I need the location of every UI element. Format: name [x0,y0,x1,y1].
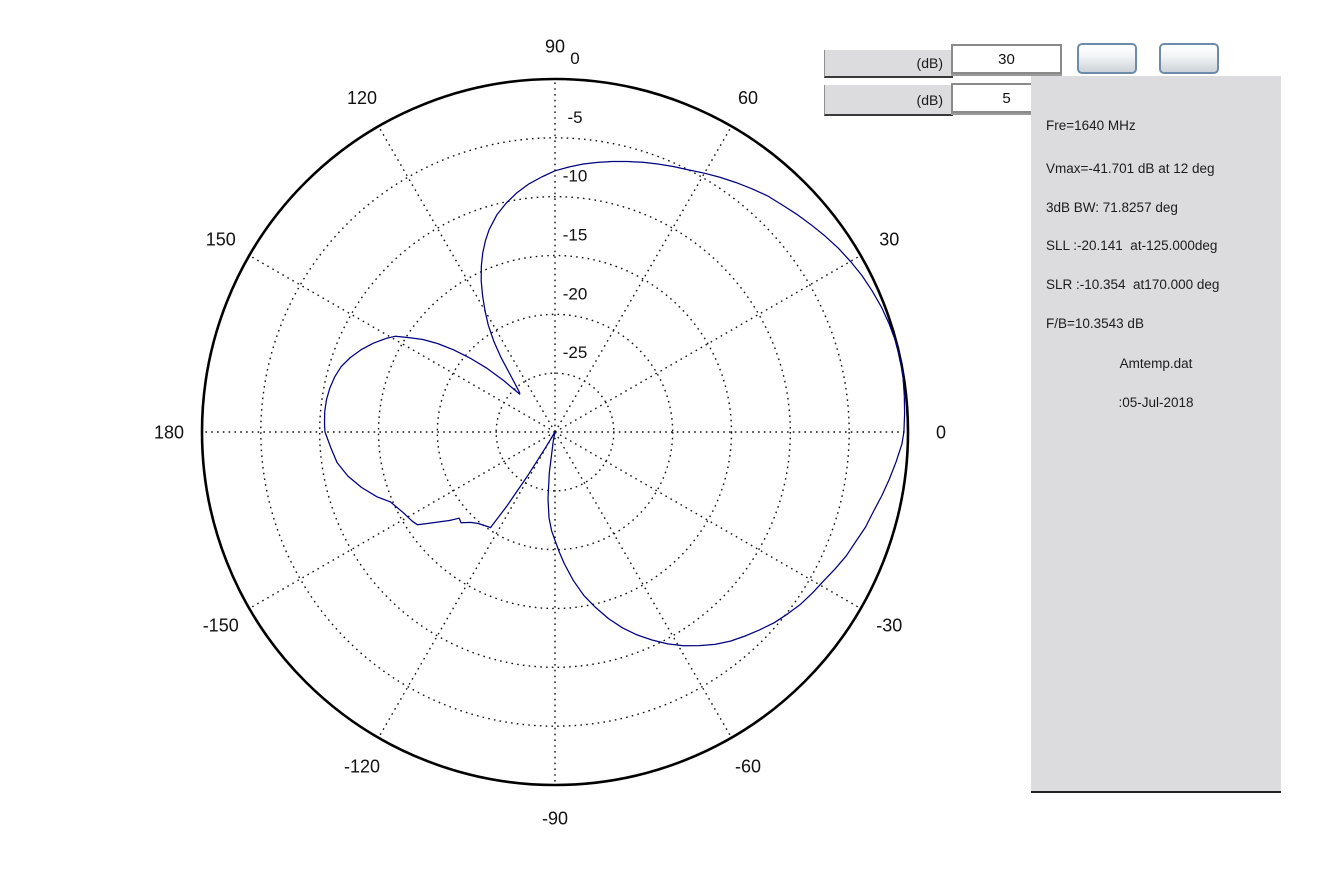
radial-tick-label: -20 [563,284,588,303]
slr-text: SLR :-10.354 at170.000 deg [1046,277,1219,292]
angle-tick-label: -120 [344,757,380,777]
range-db-input[interactable] [951,44,1062,74]
filename-text: Amtemp.dat [1031,356,1281,371]
polar-grid-spoke [555,432,861,609]
pushbutton-2[interactable] [1159,43,1219,74]
angle-tick-label: 90 [545,36,565,56]
polar-grid-spoke [249,256,555,433]
polar-grid-spoke [379,432,556,738]
angle-tick-label: 0 [936,422,946,442]
angle-tick-label: 120 [347,88,377,108]
date-text: :05-Jul-2018 [1031,395,1281,410]
polar-grid-spoke [249,432,555,609]
polar-plot: 0 30 60 90 120 150 180 -150 -120 -90 -60 -30 0 -5 -10 -… [0,0,1010,885]
radial-tick-label: -25 [563,343,588,362]
angle-tick-label: 30 [879,229,899,249]
angle-tick-label: 180 [154,422,184,442]
step-db-label-text: (dB) [917,92,943,108]
fb-ratio-text: F/B=10.3543 dB [1046,316,1144,331]
radial-tick-label: -15 [563,226,588,245]
radial-tick-label: -10 [563,167,588,186]
results-panel: Fre=1640 MHz Vmax=-41.701 dB at 12 deg 3… [1031,76,1281,793]
angle-tick-label: -60 [735,757,761,777]
range-db-label-text: (dB) [917,55,943,71]
sll-text: SLL :-20.141 at-125.000deg [1046,238,1217,253]
angle-tick-label: -30 [876,615,902,635]
vmax-text: Vmax=-41.701 dB at 12 deg [1046,161,1215,176]
frequency-text: Fre=1640 MHz [1046,118,1136,133]
angle-tick-label: -150 [203,615,239,635]
step-db-label: (dB) [824,85,953,116]
angle-tick-label: 60 [738,88,758,108]
pattern-curve [325,162,905,646]
angle-tick-label: -90 [542,808,568,828]
pushbutton-1[interactable] [1077,43,1137,74]
angle-tick-label: 150 [206,229,236,249]
polar-grid-spoke [379,126,556,432]
polar-plot-svg: 0 30 60 90 120 150 180 -150 -120 -90 -60 -30 0 -5 -10 -… [0,0,1010,885]
polar-grid-spoke [555,432,732,738]
radial-tick-label: -5 [567,108,582,127]
range-db-label: (dB) [824,50,953,78]
beamwidth-text: 3dB BW: 71.8257 deg [1046,200,1178,215]
radial-tick-label: 0 [570,49,579,68]
